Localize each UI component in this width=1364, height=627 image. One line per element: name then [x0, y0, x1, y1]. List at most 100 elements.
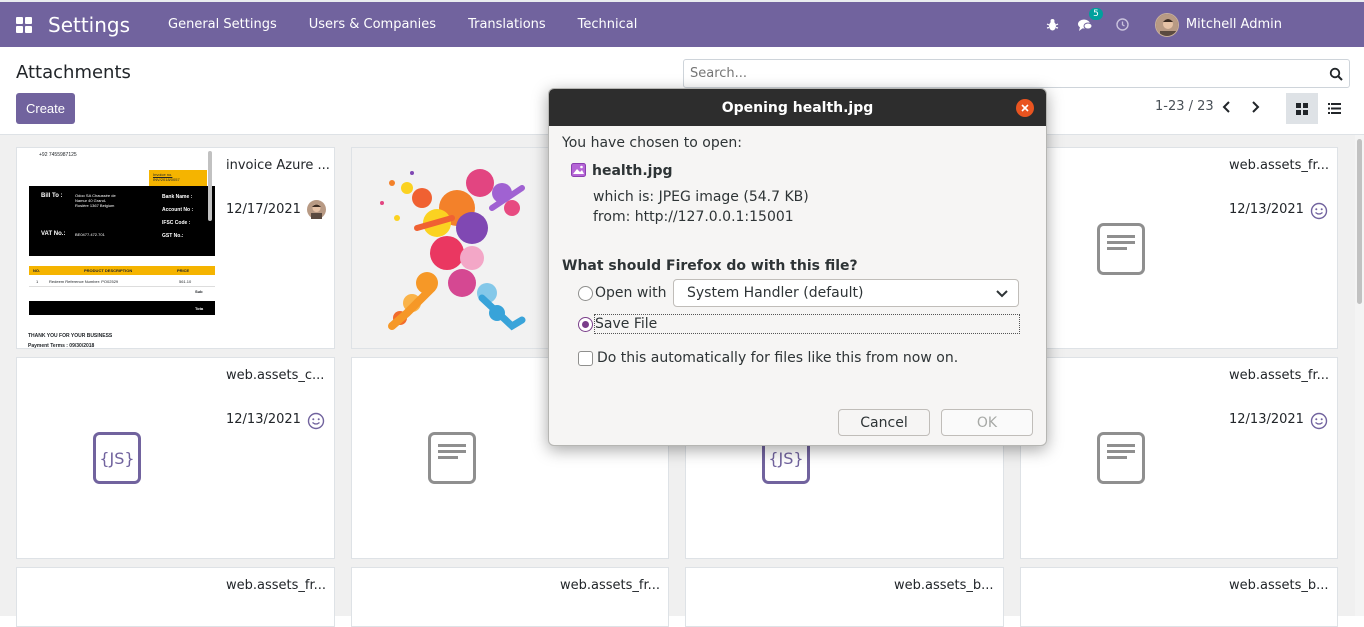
bill-to-label: Bill To :: [41, 193, 63, 199]
search-input[interactable]: [684, 65, 1329, 82]
card-title[interactable]: web.assets_b...: [894, 578, 994, 593]
col-no: NO.: [33, 268, 41, 273]
ifsc-label: IFSC Code :: [162, 220, 191, 226]
auto-action-label[interactable]: Do this automatically for files like thi…: [597, 350, 958, 366]
card-date: 12/13/2021: [1229, 412, 1304, 427]
open-with-label[interactable]: Open with: [595, 285, 667, 301]
vat-number: BE0477.472.701: [75, 232, 105, 237]
menu-general-settings[interactable]: General Settings: [168, 17, 277, 32]
handler-dropdown[interactable]: System Handler (default): [673, 279, 1019, 307]
attachment-card[interactable]: web.assets_fr...: [351, 567, 669, 627]
debug-bug-icon[interactable]: [1045, 17, 1061, 33]
ok-button[interactable]: OK: [941, 409, 1033, 436]
open-with-radio[interactable]: [578, 286, 593, 301]
menu-users-companies[interactable]: Users & Companies: [309, 17, 436, 32]
row-price: 561.10: [179, 279, 192, 284]
app-title[interactable]: Settings: [48, 13, 130, 37]
attachment-card[interactable]: +92 7455987125 Invoice no. INV/2018/0057…: [16, 147, 335, 349]
page-scrollbar-thumb[interactable]: [1357, 139, 1362, 304]
handler-dropdown-value: System Handler (default): [687, 285, 864, 301]
messages-icon[interactable]: 5: [1077, 7, 1103, 33]
dialog-file-type: which is: JPEG image (54.7 KB): [593, 189, 809, 205]
dialog-file-source: from: http://127.0.0.1:15001: [593, 209, 794, 225]
view-switcher: [1286, 93, 1350, 124]
health-image-thumbnail: [352, 148, 552, 348]
runner-artwork: [380, 169, 526, 331]
card-title[interactable]: web.assets_c...: [226, 368, 324, 383]
document-file-icon: [1097, 432, 1145, 484]
card-title[interactable]: web.assets_fr...: [226, 578, 326, 593]
javascript-file-icon: {JS}: [93, 432, 141, 484]
cancel-button[interactable]: Cancel: [838, 409, 930, 436]
svg-text:{JS}: {JS}: [99, 449, 134, 468]
dialog-close-button[interactable]: [1016, 99, 1034, 117]
invoice-thumbnail: +92 7455987125 Invoice no. INV/2018/0057…: [17, 148, 215, 349]
auto-action-checkbox[interactable]: [578, 351, 593, 366]
card-title[interactable]: web.assets_fr...: [1229, 158, 1329, 173]
row-no: 1: [36, 279, 39, 284]
attachment-card[interactable]: web.assets_b...: [1020, 567, 1338, 627]
pager-value[interactable]: 1-23 / 23: [1155, 99, 1214, 114]
gst-label: GST No.:: [162, 233, 184, 239]
user-avatar: [1154, 12, 1179, 37]
dialog-question: What should Firefox do with this file?: [562, 258, 858, 274]
col-price: PRICE: [177, 268, 190, 273]
invoice-subtotal: Sub: [195, 289, 203, 294]
invoice-thanks: THANK YOU FOR YOUR BUSINESS: [28, 333, 113, 339]
vat-label: VAT No.:: [41, 231, 66, 237]
top-navbar: Settings General Settings Users & Compan…: [0, 0, 1364, 47]
invoice-no: INV/2018/0057: [153, 177, 180, 182]
invoice-payment-terms: Payment Terms : 09/30/2018: [28, 343, 95, 349]
page-title: Attachments: [16, 62, 131, 83]
smile-icon: [1310, 412, 1328, 430]
create-button[interactable]: Create: [16, 93, 75, 124]
document-file-icon: [1097, 223, 1145, 275]
search-icon[interactable]: [1329, 67, 1343, 81]
document-file-icon: [428, 432, 476, 484]
list-icon: [1327, 103, 1341, 114]
col-description: PRODUCT DESCRIPTION: [84, 268, 133, 273]
close-icon: [1021, 104, 1029, 112]
apps-menu-icon[interactable]: [16, 16, 32, 33]
attachment-card[interactable]: web.assets_b...: [685, 567, 1004, 627]
image-file-icon: [571, 163, 586, 177]
thumbnail-scrollbar: [208, 151, 212, 221]
dialog-titlebar[interactable]: Opening health.jpg: [549, 89, 1046, 126]
save-file-label[interactable]: Save File: [595, 316, 657, 332]
card-date: 12/13/2021: [226, 412, 301, 427]
menu-translations[interactable]: Translations: [468, 17, 546, 32]
owner-avatar: [307, 200, 326, 219]
activity-clock-icon[interactable]: [1115, 17, 1131, 33]
card-date: 12/17/2021: [226, 202, 301, 217]
account-no-label: Account No :: [162, 207, 194, 213]
attachment-card[interactable]: web.assets_c... 12/13/2021 {JS}: [16, 357, 335, 559]
dialog-title: Opening health.jpg: [721, 99, 874, 116]
dialog-filename: health.jpg: [592, 163, 673, 179]
user-name: Mitchell Admin: [1185, 17, 1282, 32]
card-title[interactable]: web.assets_fr...: [1229, 368, 1329, 383]
bank-name-label: Bank Name :: [162, 194, 193, 200]
save-file-focus-ring: [594, 314, 1020, 334]
invoice-table-row: 1 Redeem Reference Number: PO02529 561.1…: [29, 276, 215, 287]
attachment-card[interactable]: web.assets_fr... 12/13/2021: [1020, 147, 1338, 349]
card-title[interactable]: web.assets_fr...: [560, 578, 660, 593]
user-menu[interactable]: Mitchell Admin: [1154, 12, 1282, 37]
chevron-down-icon: [996, 290, 1008, 298]
menu-technical[interactable]: Technical: [578, 17, 638, 32]
card-date: 12/13/2021: [1229, 202, 1304, 217]
list-view-button[interactable]: [1318, 93, 1350, 124]
save-file-radio[interactable]: [578, 317, 593, 332]
search-bar[interactable]: [683, 59, 1350, 88]
card-title[interactable]: invoice Azure ...: [226, 158, 330, 173]
smile-icon: [1310, 202, 1328, 220]
card-title[interactable]: web.assets_b...: [1229, 578, 1329, 593]
row-description: Redeem Reference Number: PO02529: [49, 279, 119, 284]
invoice-total: Tota: [195, 306, 204, 311]
invoice-number-box: Invoice no. INV/2018/0057: [149, 170, 207, 186]
kanban-view-button[interactable]: [1286, 93, 1318, 124]
pager-previous-icon[interactable]: [1221, 99, 1233, 115]
attachment-card[interactable]: web.assets_fr...: [16, 567, 335, 627]
pager-next-icon[interactable]: [1249, 99, 1261, 115]
dialog-intro: You have chosen to open:: [562, 135, 742, 151]
attachment-card[interactable]: web.assets_fr... 12/13/2021: [1020, 357, 1338, 559]
